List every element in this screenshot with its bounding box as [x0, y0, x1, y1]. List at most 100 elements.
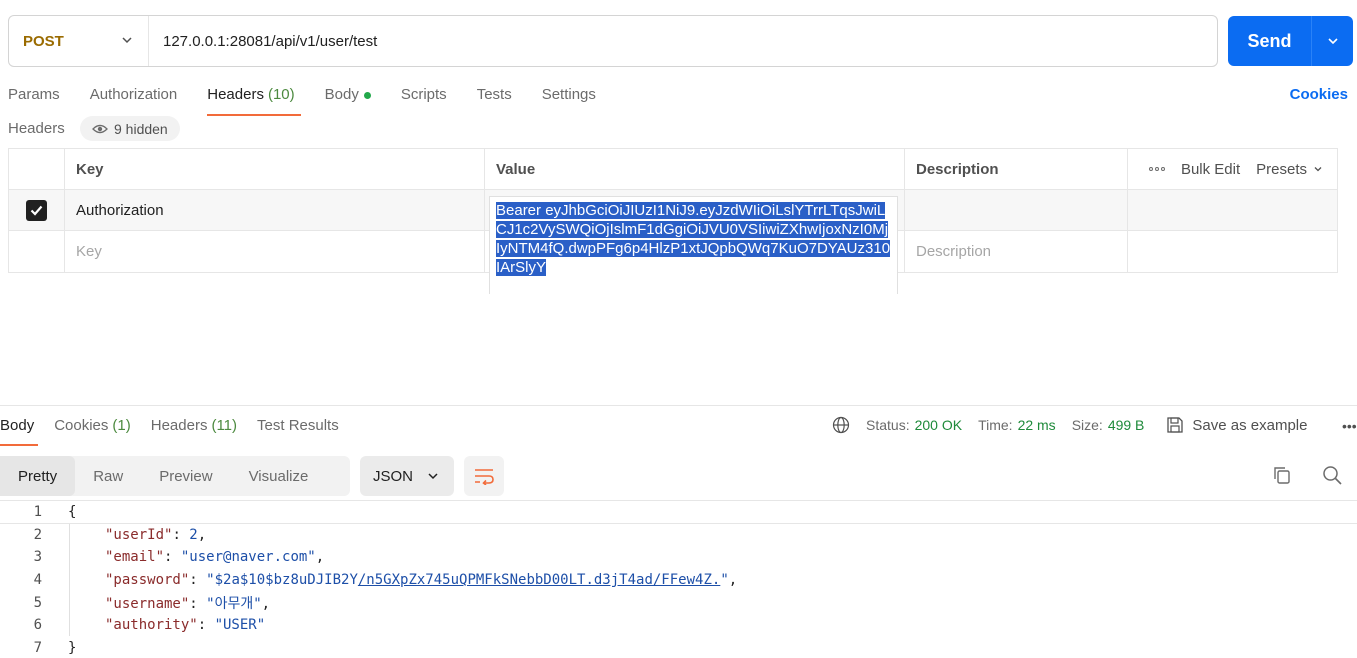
tab-label: Headers: [150, 417, 208, 434]
json-key: "email": [105, 549, 165, 566]
presets-dropdown[interactable]: Presets: [1256, 161, 1323, 178]
chevron-down-icon: [1314, 167, 1322, 172]
size-label: Size:: [1071, 417, 1103, 433]
code-text: "username": "아무개",: [105, 595, 271, 612]
tab-headers[interactable]: Headers (10): [207, 86, 302, 116]
json-key: "userId": [105, 526, 173, 543]
header-key-cell[interactable]: Authorization: [65, 190, 485, 230]
send-options-button[interactable]: [1312, 16, 1353, 66]
json-key: "authority": [105, 617, 198, 634]
search-icon[interactable]: [1322, 465, 1342, 485]
response-status-area: Status: 200 OK Time: 22 ms Size: 499 B S…: [832, 405, 1307, 445]
header-value-editor[interactable]: Bearer eyJhbGciOiJIUzI1NiJ9.eyJzdWIiOiLs…: [489, 196, 898, 294]
header-description-cell[interactable]: [905, 190, 1128, 230]
tab-label: Body: [0, 417, 35, 434]
tab-body[interactable]: Body: [325, 86, 371, 116]
tab-raw[interactable]: Raw: [75, 456, 141, 496]
line-number: 1: [33, 503, 42, 520]
save-as-example-button[interactable]: Save as example: [1166, 416, 1307, 434]
save-as-example-label: Save as example: [1192, 416, 1308, 434]
json-key: "password": [105, 572, 190, 589]
status-value[interactable]: 200 OK: [915, 417, 962, 433]
tab-label: Body: [324, 86, 359, 103]
wrap-lines-icon: [475, 469, 494, 485]
code-line: 1 {: [0, 501, 1357, 524]
row-enable-checkbox[interactable]: [26, 199, 47, 221]
header-key-text: Authorization: [76, 201, 164, 219]
more-options-icon[interactable]: •••: [1342, 418, 1357, 434]
table-actions: Bulk Edit Presets: [1128, 149, 1337, 189]
cookies-link[interactable]: Cookies: [1290, 86, 1348, 103]
hidden-headers-toggle[interactable]: 9 hidden: [80, 116, 180, 141]
column-key-header: Key: [65, 149, 485, 189]
chevron-down-icon: [428, 473, 438, 480]
tab-label: Settings: [541, 86, 596, 103]
tab-test-results[interactable]: Test Results: [257, 406, 339, 446]
eye-icon: [92, 124, 108, 133]
json-value: 2: [189, 526, 198, 543]
send-button[interactable]: Send: [1228, 16, 1312, 66]
table-header-row: Key Value Description Bulk Edit Presets: [9, 149, 1337, 190]
chevron-down-icon: [122, 37, 132, 44]
request-tabs: Params Authorization Headers (10) Body Sc…: [8, 86, 626, 116]
line-number: 3: [33, 549, 42, 566]
status-label: Status:: [866, 417, 910, 433]
word-wrap-button[interactable]: [464, 456, 504, 496]
tab-settings[interactable]: Settings: [542, 86, 596, 116]
method-label: POST: [23, 32, 64, 50]
row-actions-cell: [1128, 190, 1337, 230]
globe-icon[interactable]: [832, 416, 850, 434]
size-value[interactable]: 499 B: [1108, 417, 1145, 433]
tab-count: (11): [211, 417, 238, 434]
format-select[interactable]: JSON: [360, 456, 454, 496]
method-select[interactable]: POST: [9, 16, 149, 66]
tab-params[interactable]: Params: [8, 86, 60, 116]
tab-label: Headers: [207, 86, 264, 103]
json-value: ": [720, 572, 729, 589]
body-view-tabs: Pretty Raw Preview Visualize: [0, 456, 350, 496]
checkmark-icon: [30, 205, 43, 216]
code-text: }: [68, 639, 77, 656]
tab-response-body[interactable]: Body: [0, 406, 39, 446]
new-description-input[interactable]: Description: [905, 231, 1128, 272]
line-number: 5: [33, 594, 42, 611]
code-text: {: [68, 503, 77, 520]
time-label: Time:: [978, 417, 1013, 433]
tab-response-cookies[interactable]: Cookies (1): [54, 406, 131, 446]
code-text: "email": "user@naver.com",: [105, 549, 325, 566]
send-button-group: Send: [1228, 16, 1353, 66]
time-value[interactable]: 22 ms: [1018, 417, 1056, 433]
json-value: "user@naver.com": [180, 549, 316, 566]
code-text: "userId": 2,: [105, 526, 207, 543]
json-value: "$2a$10$bz8uDJIB2Y: [206, 572, 358, 589]
code-line: 7 }: [0, 637, 1357, 658]
copy-icon[interactable]: [1272, 465, 1292, 485]
new-row-check-cell: [9, 231, 65, 272]
column-value-header: Value: [485, 149, 905, 189]
tab-pretty[interactable]: Pretty: [0, 456, 76, 496]
url-input[interactable]: [149, 16, 1217, 66]
tab-response-headers[interactable]: Headers (11): [151, 406, 237, 446]
column-description-header: Description: [905, 149, 1128, 189]
tab-label: Scripts: [400, 86, 447, 103]
body-indicator-dot: [363, 92, 371, 99]
tab-tests[interactable]: Tests: [477, 86, 512, 116]
code-line: 5 "username": "아무개",: [0, 591, 1357, 614]
headers-title: Headers: [8, 120, 65, 137]
bulk-edit-button[interactable]: Bulk Edit: [1181, 161, 1240, 178]
code-line: 3 "email": "user@naver.com",: [0, 546, 1357, 569]
json-value-link[interactable]: /n5GXpZx745uQPMFkSNebbD00LT.d3jT4ad/FFew…: [358, 572, 720, 588]
tab-preview[interactable]: Preview: [141, 456, 230, 496]
code-text: "password": "$2a$10$bz8uDJIB2Y/n5GXpZx74…: [105, 572, 738, 589]
tab-scripts[interactable]: Scripts: [401, 86, 447, 116]
line-number: 7: [33, 639, 42, 656]
request-url-bar: POST: [8, 15, 1218, 67]
tab-visualize[interactable]: Visualize: [231, 456, 327, 496]
new-key-input[interactable]: Key: [65, 231, 485, 272]
tab-label: Test Results: [257, 417, 339, 434]
chevron-down-icon: [1327, 38, 1338, 45]
more-options-icon[interactable]: [1148, 166, 1165, 172]
line-number: 6: [33, 617, 42, 634]
response-body-editor[interactable]: 1 { 2 "userId": 2, 3 "email": "user@nave…: [0, 500, 1357, 658]
tab-authorization[interactable]: Authorization: [90, 86, 178, 116]
